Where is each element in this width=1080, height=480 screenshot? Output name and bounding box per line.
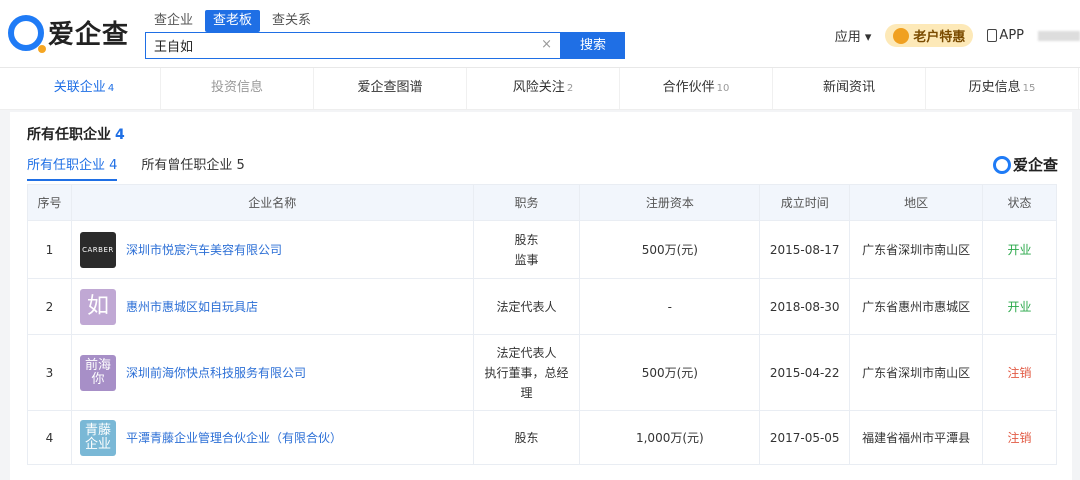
subtab-former[interactable]: 所有曾任职企业 5 xyxy=(141,154,244,181)
sub-tabs: 所有任职企业 4 所有曾任职企业 5 xyxy=(27,154,245,181)
role-cell: 法定代表人 xyxy=(472,278,581,335)
clear-icon[interactable]: × xyxy=(541,37,552,52)
table-header-row: 序号 企业名称 职务 注册资本 成立时间 地区 状态 xyxy=(27,184,1057,221)
region-cell: 广东省深圳市南山区 xyxy=(849,220,984,279)
company-logo: 前海你 xyxy=(79,354,116,391)
capital-cell: 500万(元) xyxy=(579,334,761,411)
search-type-tabs: 查企业 查老板 查关系 xyxy=(146,10,319,32)
search-input[interactable] xyxy=(146,33,526,58)
company-logo: 如 xyxy=(79,288,116,325)
col-founded: 成立时间 xyxy=(759,184,851,221)
status-cell: 注销 xyxy=(982,410,1057,465)
row-index: 4 xyxy=(27,410,72,465)
capital-cell: 500万(元) xyxy=(579,220,761,279)
company-logo: CARBER xyxy=(79,231,116,268)
tab-partners[interactable]: 合作伙伴 10 xyxy=(620,68,773,109)
companies-table: 序号 企业名称 职务 注册资本 成立时间 地区 状态 1 CARBER 深圳市悦宸汽… xyxy=(27,184,1057,465)
detail-tabs: 关联企业 4 投资信息 爱企查图谱 风险关注 2 合作伙伴 10 新闻资讯 历史信息 1… xyxy=(0,68,1080,110)
watermark-logo-icon xyxy=(992,155,1011,174)
tab-history[interactable]: 历史信息 15 xyxy=(926,68,1079,109)
role-cell: 股东 xyxy=(472,410,581,465)
table-row: 1 CARBER 深圳市悦宸汽车美容有限公司 股东 监事 500万(元) 2015-08-1… xyxy=(27,220,1057,279)
company-cell: 前海你 深圳前海你快点科技服务有限公司 xyxy=(70,334,474,411)
role-line: 法定代表人 xyxy=(496,299,557,314)
top-header: 爱企查 查企业 查老板 查关系 × 搜索 应用 ▾ 老户特惠 APP xyxy=(0,0,1080,68)
status-cell: 开业 xyxy=(982,278,1057,335)
content-panel: 所有任职企业 4 所有任职企业 4 所有曾任职企业 5 爱企查 序号 企业名称 职… xyxy=(10,112,1072,480)
search-tab-relation[interactable]: 查关系 xyxy=(264,10,319,32)
company-link[interactable]: 深圳市悦宸汽车美容有限公司 xyxy=(126,241,282,258)
role-cell: 法定代表人执行董事，总经理 xyxy=(472,334,581,411)
col-role: 职务 xyxy=(472,184,581,221)
watermark-logo: 爱企查 xyxy=(992,154,1058,175)
logo[interactable]: 爱企查 xyxy=(8,14,130,53)
company-link[interactable]: 深圳前海你快点科技服务有限公司 xyxy=(126,364,306,381)
region-cell: 广东省惠州市惠城区 xyxy=(849,278,984,335)
subtab-current[interactable]: 所有任职企业 4 xyxy=(27,154,118,181)
status-cell: 注销 xyxy=(982,334,1057,411)
region-cell: 福建省福州市平潭县 xyxy=(849,410,984,465)
company-cell: CARBER 深圳市悦宸汽车美容有限公司 xyxy=(70,220,474,279)
tab-graph[interactable]: 爱企查图谱 xyxy=(314,68,467,109)
search-button[interactable]: 搜索 xyxy=(561,32,625,59)
company-logo: 青藤企业 xyxy=(79,419,116,456)
role-line: 执行董事，总经 xyxy=(484,365,569,380)
capital-cell: - xyxy=(579,278,761,335)
logo-icon xyxy=(8,14,46,53)
company-link[interactable]: 惠州市惠城区如自玩具店 xyxy=(126,298,258,315)
table-row: 2 如惠州市惠城区如自玩具店 法定代表人 -2018-08-30 广东省惠州市惠城区 开业 xyxy=(27,278,1057,335)
table-body: 1 CARBER 深圳市悦宸汽车美容有限公司 股东 监事 500万(元) 2015-08-1… xyxy=(27,220,1057,465)
table-row: 4 青藤企业 平潭青藤企业管理合伙企业（有限合伙） 股东 1,000万(元) 2017-0… xyxy=(27,410,1057,465)
company-link[interactable]: 平潭青藤企业管理合伙企业（有限合伙） xyxy=(126,429,342,446)
col-status: 状态 xyxy=(982,184,1057,221)
search-tab-boss[interactable]: 查老板 xyxy=(205,10,261,32)
row-index: 1 xyxy=(27,220,72,279)
company-cell: 青藤企业 平潭青藤企业管理合伙企业（有限合伙） xyxy=(70,410,474,465)
founded-cell: 2017-05-05 xyxy=(759,410,851,465)
tab-news[interactable]: 新闻资讯 xyxy=(773,68,926,109)
founded-cell: 2015-04-22 xyxy=(759,334,851,411)
logo-text: 爱企查 xyxy=(48,20,130,50)
col-region: 地区 xyxy=(849,184,984,221)
section-title: 所有任职企业 4 xyxy=(27,127,125,143)
capital-cell: 1,000万(元) xyxy=(579,410,761,465)
app-link[interactable]: APP xyxy=(987,28,1024,43)
tab-investment[interactable]: 投资信息 xyxy=(161,68,314,109)
search-box: × xyxy=(145,32,561,59)
row-index: 3 xyxy=(27,334,72,411)
search-tab-company[interactable]: 查企业 xyxy=(146,10,201,32)
status-cell: 开业 xyxy=(982,220,1057,279)
row-index: 2 xyxy=(27,278,72,335)
app-label: APP xyxy=(999,28,1024,43)
col-company-name: 企业名称 xyxy=(70,184,474,221)
tab-related-companies[interactable]: 关联企业 4 xyxy=(8,68,161,109)
phone-icon xyxy=(987,29,998,42)
company-cell: 如惠州市惠城区如自玩具店 xyxy=(70,278,474,335)
role-line: 监事 xyxy=(514,252,539,267)
role-line: 股东 xyxy=(514,430,539,445)
founded-cell: 2015-08-17 xyxy=(759,220,851,279)
role-line: 理 xyxy=(520,385,533,400)
role-line: 股东 xyxy=(514,232,539,247)
tab-risk[interactable]: 风险关注 2 xyxy=(467,68,620,109)
region-cell: 广东省深圳市南山区 xyxy=(849,334,984,411)
right-nav: 应用 ▾ 老户特惠 APP xyxy=(835,24,1080,47)
founded-cell: 2018-08-30 xyxy=(759,278,851,335)
col-capital: 注册资本 xyxy=(579,184,761,221)
promo-label: 老户特惠 xyxy=(913,30,966,45)
promo-badge[interactable]: 老户特惠 xyxy=(885,24,974,47)
crown-icon xyxy=(893,27,910,44)
col-index: 序号 xyxy=(27,184,72,221)
apps-menu[interactable]: 应用 ▾ xyxy=(835,26,872,45)
user-account[interactable] xyxy=(1038,30,1080,41)
role-line: 法定代表人 xyxy=(496,345,557,360)
table-row: 3 前海你 深圳前海你快点科技服务有限公司 法定代表人 执行董事，总经理 500万(元) 2… xyxy=(27,334,1057,411)
role-cell: 股东 监事 xyxy=(472,220,581,279)
